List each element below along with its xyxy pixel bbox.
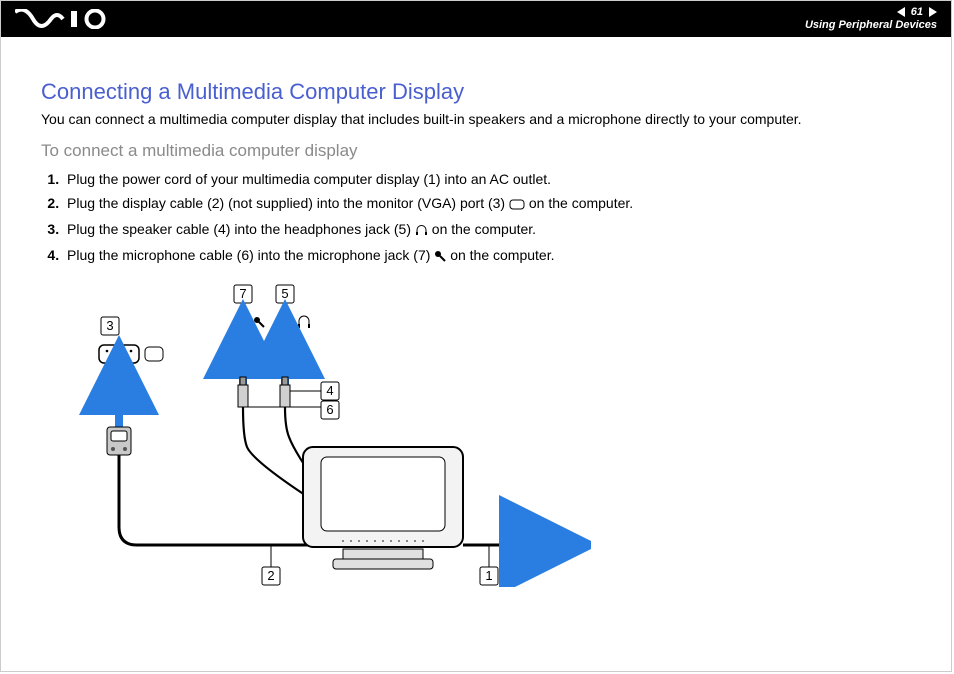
svg-text:2: 2 bbox=[267, 568, 274, 583]
procedure-heading: To connect a multimedia computer display bbox=[41, 141, 911, 161]
step-4: Plug the microphone cable (6) into the m… bbox=[63, 245, 911, 271]
step-3: Plug the speaker cable (4) into the head… bbox=[63, 219, 911, 245]
crt-monitor-icon bbox=[303, 447, 463, 569]
manual-page: { "header": { "page_number": "61", "sect… bbox=[0, 0, 952, 672]
svg-text:7: 7 bbox=[239, 286, 246, 301]
step-text: Plug the display cable (2) (not supplied… bbox=[67, 195, 509, 211]
callout-4: 4 bbox=[321, 382, 339, 400]
callout-5: 5 bbox=[276, 285, 294, 303]
microphone-icon bbox=[434, 249, 446, 265]
intro-paragraph: You can connect a multimedia computer di… bbox=[41, 111, 911, 127]
svg-text:3: 3 bbox=[106, 318, 113, 333]
page-content: Connecting a Multimedia Computer Display… bbox=[1, 37, 951, 590]
callout-3: 3 bbox=[101, 317, 119, 335]
headphones-icon bbox=[415, 223, 428, 239]
step-text: on the computer. bbox=[432, 221, 536, 237]
mic-jack-icon bbox=[235, 315, 264, 331]
audio-plug-icon bbox=[238, 377, 248, 407]
prev-page-arrow-icon[interactable] bbox=[897, 7, 905, 17]
svg-text:6: 6 bbox=[326, 402, 333, 417]
step-text: on the computer. bbox=[529, 195, 633, 211]
mic-cable bbox=[243, 407, 311, 499]
vga-port-icon bbox=[509, 197, 525, 213]
callout-2: 2 bbox=[262, 567, 280, 585]
section-name: Using Peripheral Devices bbox=[805, 19, 937, 32]
page-nav: 61 bbox=[897, 6, 937, 19]
connection-diagram: 3 bbox=[71, 277, 911, 590]
next-page-arrow-icon[interactable] bbox=[929, 7, 937, 17]
step-text: Plug the power cord of your multimedia c… bbox=[67, 171, 551, 187]
header-bar: 61 Using Peripheral Devices bbox=[1, 1, 951, 37]
procedure-steps: Plug the power cord of your multimedia c… bbox=[41, 169, 911, 271]
step-text: Plug the microphone cable (6) into the m… bbox=[67, 247, 434, 263]
step-text: Plug the speaker cable (4) into the head… bbox=[67, 221, 415, 237]
step-2: Plug the display cable (2) (not supplied… bbox=[63, 193, 911, 219]
callout-7: 7 bbox=[234, 285, 252, 303]
vga-plug-icon bbox=[107, 427, 131, 455]
page-number: 61 bbox=[911, 6, 923, 19]
display-cable bbox=[119, 455, 311, 545]
headphone-jack-icon bbox=[277, 315, 310, 331]
callout-1: 1 bbox=[480, 567, 498, 585]
svg-text:5: 5 bbox=[281, 286, 288, 301]
page-title: Connecting a Multimedia Computer Display bbox=[41, 79, 911, 105]
vga-port-icon bbox=[99, 345, 139, 363]
vaio-logo bbox=[15, 9, 111, 29]
callout-6: 6 bbox=[321, 401, 339, 419]
svg-text:1: 1 bbox=[485, 568, 492, 583]
audio-plug-icon bbox=[280, 377, 290, 407]
step-1: Plug the power cord of your multimedia c… bbox=[63, 169, 911, 193]
vga-port-outline-icon bbox=[145, 347, 163, 361]
step-text: on the computer. bbox=[450, 247, 554, 263]
svg-text:4: 4 bbox=[326, 383, 333, 398]
